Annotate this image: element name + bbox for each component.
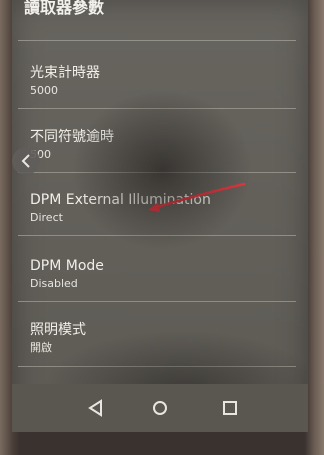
setting-item-illumination-mode[interactable]: 照明模式 開啟 [30,321,290,355]
setting-label: DPM Mode [30,258,104,274]
back-icon[interactable] [84,396,108,420]
setting-item-different-symbol-timeout[interactable]: 不同符號逾時 500 [30,128,290,162]
setting-value: 開啟 [30,341,52,354]
settings-header: 讀取器參數 [24,0,294,22]
floating-back-button[interactable] [12,147,40,175]
setting-item-dpm-mode[interactable]: DPM Mode Disabled [30,257,290,291]
setting-label: 不同符號逾時 [30,129,114,145]
divider [18,301,296,302]
page-title: 讀取器參數 [24,0,105,17]
setting-label: 光束計時器 [30,65,100,81]
setting-label: 照明模式 [30,322,86,338]
divider [18,108,296,109]
divider [18,172,296,173]
home-icon[interactable] [148,396,172,420]
chevron-left-icon [21,154,30,168]
setting-value: Disabled [30,277,78,290]
setting-value: 500 [30,148,51,161]
setting-value: 5000 [30,84,58,97]
divider [18,366,296,367]
setting-item-beam-timer[interactable]: 光束計時器 5000 [30,64,290,98]
divider [18,235,296,236]
annotation-arrow-icon [148,182,246,212]
divider [18,40,296,41]
recent-apps-icon[interactable] [218,396,242,420]
android-nav-bar [12,384,308,432]
